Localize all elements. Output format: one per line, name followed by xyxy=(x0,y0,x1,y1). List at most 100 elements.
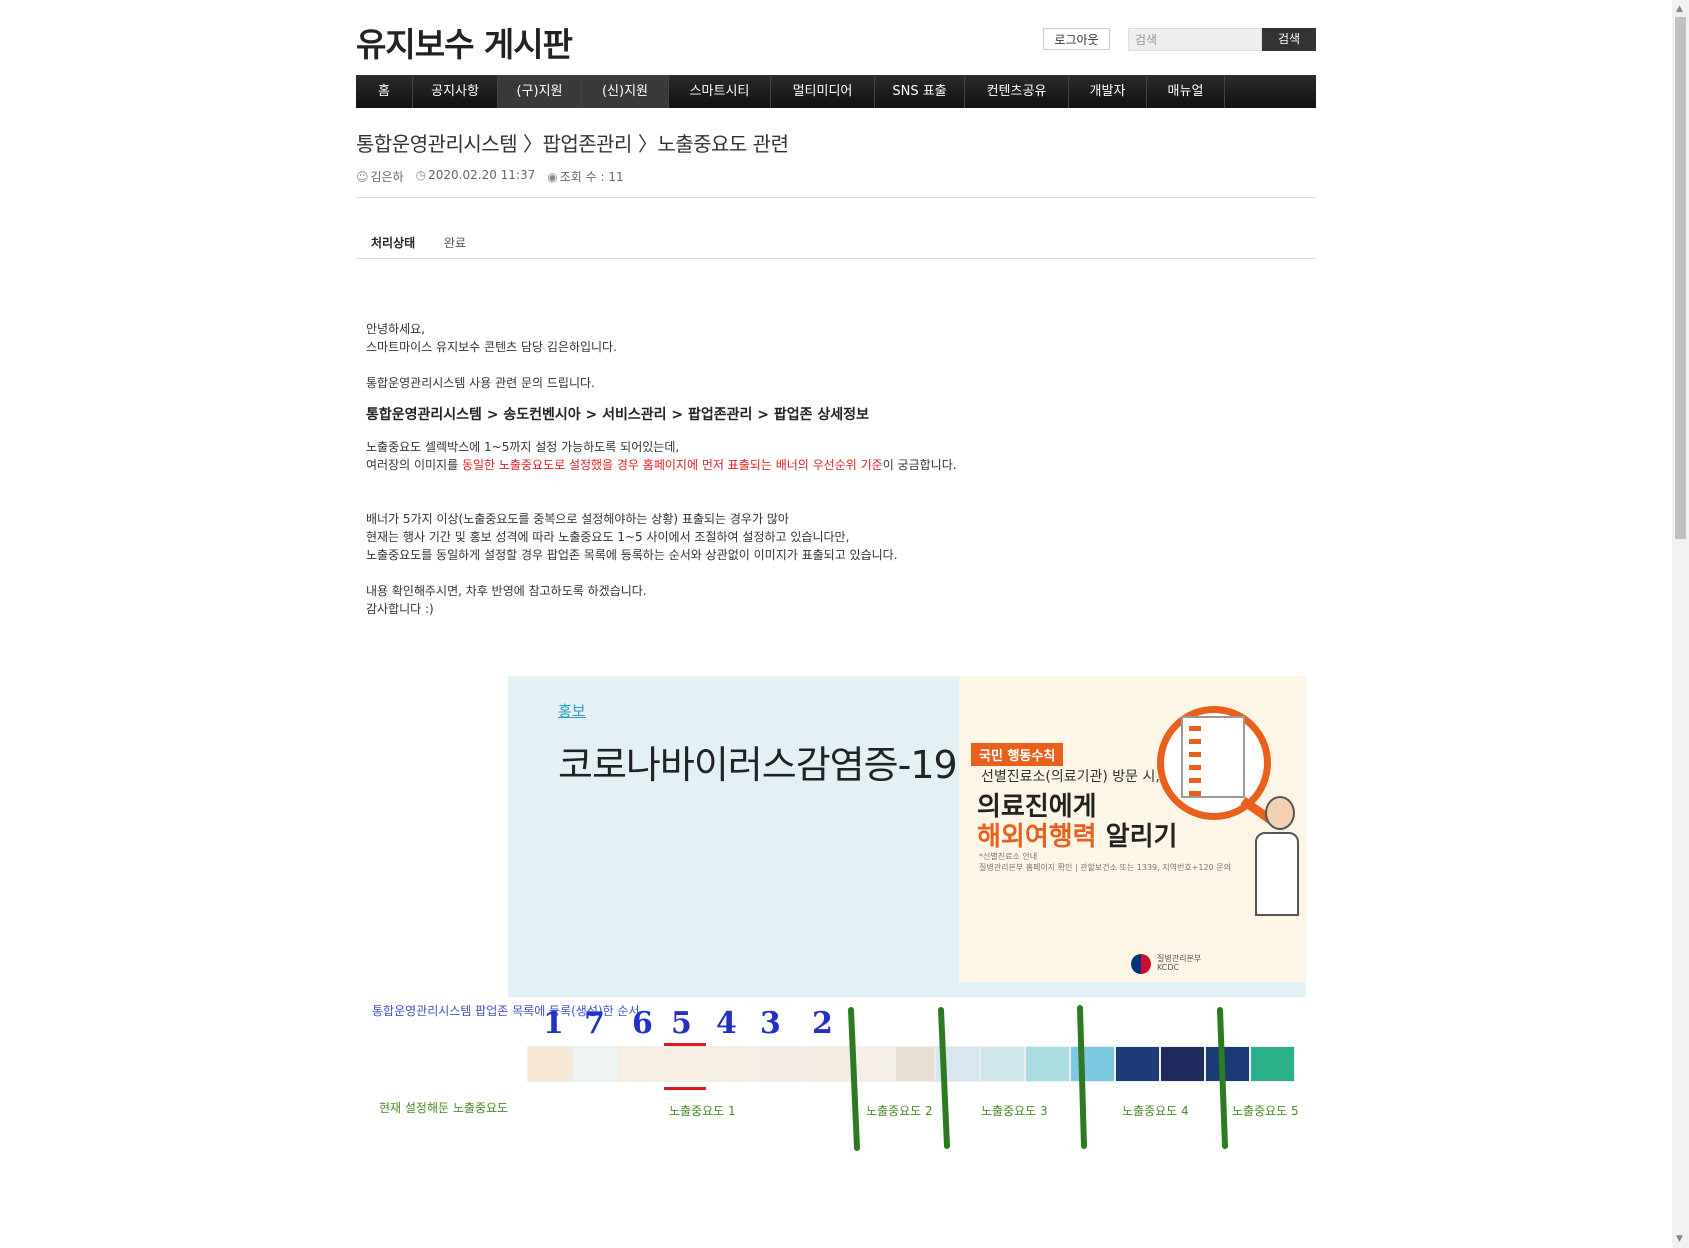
order-number: 4 xyxy=(716,1006,737,1041)
kcdc-logo xyxy=(1131,954,1151,974)
banner-thumbnail xyxy=(1250,1046,1295,1082)
banner-thumbnail xyxy=(1025,1046,1070,1082)
divider-strokes xyxy=(848,1005,1228,1151)
banner-thumbnail xyxy=(711,1046,757,1082)
green-divider xyxy=(1077,1005,1087,1149)
divider xyxy=(356,197,1316,198)
order-number: 7 xyxy=(584,1006,605,1041)
body-line: 현재는 행사 기간 및 홍보 성격에 따라 노출중요도 1~5 사이에서 조절하… xyxy=(366,530,850,544)
banner-thumbnail xyxy=(803,1046,849,1082)
banner-thumbnail xyxy=(757,1046,803,1082)
status-label: 처리상태 xyxy=(371,236,416,250)
current-level-label: 현재 설정해둔 노출중요도 xyxy=(379,1101,509,1115)
poster-org: 질병관리본부 KCDC xyxy=(1157,954,1202,972)
nav-item[interactable]: 공지사항 xyxy=(413,75,498,108)
clock-icon: ◷ xyxy=(415,168,427,182)
nav-item[interactable]: SNS 표출 xyxy=(875,75,965,108)
body-line: 감사합니다 :) xyxy=(366,602,434,616)
promo-tag-link: 홍보 xyxy=(558,702,586,720)
user-icon: ☺ xyxy=(356,170,369,184)
red-underline xyxy=(664,1087,706,1090)
post-meta: ☺ 김은하 ◷ 2020.02.20 11:37 ◉ 조회 수 : 11 xyxy=(356,168,624,185)
banner-thumbnail xyxy=(849,1046,895,1082)
importance-level-label: 노출중요도 4 xyxy=(1122,1104,1189,1118)
green-divider xyxy=(1217,1007,1228,1149)
menu-path: 통합운영관리시스템 > 송도컨벤시아 > 서비스관리 > 팝업존관리 > 팝업존… xyxy=(366,407,869,423)
red-underline xyxy=(664,1043,706,1046)
search-button[interactable]: 검색 xyxy=(1262,28,1316,51)
top-tools: 로그아웃 검색 xyxy=(1043,28,1316,51)
banner-thumbnail xyxy=(1160,1046,1205,1082)
green-divider xyxy=(938,1007,950,1149)
nav-item[interactable]: 멀티미디어 xyxy=(771,75,875,108)
highlighted-question: 동일한 노출중요도로 설정했을 경우 홈페이지에 먼저 표출되는 배너의 우선순… xyxy=(461,458,883,472)
order-number: 6 xyxy=(632,1006,653,1041)
body-line: 노출중요도 셀렉박스에 1~5까지 설정 가능하도록 되어있는데, xyxy=(366,440,680,454)
search-input[interactable] xyxy=(1128,28,1262,51)
banner-thumbnail xyxy=(1115,1046,1160,1082)
scroll-thumb[interactable] xyxy=(1675,17,1686,539)
scroll-up-icon[interactable]: ▲ xyxy=(1676,4,1683,14)
poster-text: 선별진료소(의료기관) 방문 시, xyxy=(981,769,1160,785)
banner-thumbnail xyxy=(665,1046,711,1082)
banner-thumbnail xyxy=(895,1046,935,1082)
banner-thumbnail xyxy=(935,1046,980,1082)
eye-icon: ◉ xyxy=(547,170,558,184)
order-number: 5 xyxy=(671,1006,692,1041)
banner-thumbnail xyxy=(573,1046,619,1082)
scroll-down-icon[interactable]: ▼ xyxy=(1676,1234,1683,1244)
nav-item[interactable]: 컨텐츠공유 xyxy=(965,75,1069,108)
doctor-illustration xyxy=(1255,796,1299,916)
status-value: 완료 xyxy=(444,236,467,250)
vertical-scrollbar[interactable]: ▲ ▼ xyxy=(1672,0,1689,1248)
promo-headline: 코로나바이러스감염증-19 xyxy=(558,743,958,787)
logout-button[interactable]: 로그아웃 xyxy=(1043,28,1110,50)
post-title: 통합운영관리시스템 〉팝업존관리 〉노출중요도 관련 xyxy=(356,132,789,156)
poster-badge: 국민 행동수칙 xyxy=(971,743,1064,766)
clipboard-icon xyxy=(1181,716,1245,798)
order-label: 통합운영관리시스템 팝업존 목록에 등록(생성)한 순서 xyxy=(372,1004,640,1018)
banner-thumbnail xyxy=(527,1046,573,1082)
body-line: 내용 확인해주시면, 차후 반영에 참고하도록 하겠습니다. xyxy=(366,584,647,598)
views-meta: ◉ 조회 수 : 11 xyxy=(547,168,623,185)
site-title[interactable]: 유지보수 게시판 xyxy=(356,18,573,66)
order-number: 2 xyxy=(812,1006,833,1041)
body-line: 스마트마이스 유지보수 콘텐츠 담당 김은하입니다. xyxy=(366,340,617,354)
importance-level-label: 노출중요도 5 xyxy=(1232,1104,1299,1118)
author-name[interactable]: 김은하 xyxy=(371,170,404,184)
author-meta: ☺ 김은하 xyxy=(356,168,404,185)
importance-level-label: 노출중요도 1 xyxy=(669,1104,736,1118)
order-number: 3 xyxy=(760,1006,781,1041)
covid-poster: 국민 행동수칙 선별진료소(의료기관) 방문 시, 의료진에게 해외여행력 알리… xyxy=(959,676,1306,982)
green-divider xyxy=(848,1007,860,1151)
importance-level-label: 노출중요도 3 xyxy=(981,1104,1048,1118)
post-datetime: 2020.02.20 11:37 xyxy=(428,168,536,182)
body-line: 배너가 5가지 이상(노출중요도를 중복으로 설정해야하는 상황) 표출되는 경… xyxy=(366,512,789,526)
nav-item[interactable]: (구)지원 xyxy=(498,75,582,108)
banner-thumbnail xyxy=(1205,1046,1250,1082)
body-line: 안녕하세요, xyxy=(366,322,426,336)
nav-item[interactable]: 매뉴얼 xyxy=(1147,75,1225,108)
nav-item[interactable]: 스마트시티 xyxy=(669,75,771,108)
banner-thumbnail xyxy=(980,1046,1025,1082)
post-body: 안녕하세요, 스마트마이스 유지보수 콘텐츠 담당 김은하입니다. 통합운영관리… xyxy=(366,320,1306,618)
nav-item[interactable]: 홈 xyxy=(356,75,413,108)
body-line: 여러장의 이미지를 동일한 노출중요도로 설정했을 경우 홈페이지에 먼저 표출… xyxy=(366,458,957,472)
poster-text: 해외여행력 알리기 xyxy=(977,822,1178,852)
annotation-layer: 통합운영관리시스템 팝업존 목록에 등록(생성)한 순서 1765432 현재 … xyxy=(0,0,1689,1248)
thumbnail-strip xyxy=(527,1046,1295,1082)
view-count: 조회 수 : 11 xyxy=(559,170,624,184)
date-meta: ◷ 2020.02.20 11:37 xyxy=(416,168,536,185)
status-row: 처리상태 완료 xyxy=(356,230,1316,259)
banner-thumbnail xyxy=(619,1046,665,1082)
importance-level-label: 노출중요도 2 xyxy=(866,1104,933,1118)
nav-item[interactable]: 개발자 xyxy=(1069,75,1147,108)
order-number: 1 xyxy=(543,1006,564,1041)
body-line: 통합운영관리시스템 사용 관련 문의 드립니다. xyxy=(366,376,595,390)
body-line: 노출중요도를 동일하게 설정할 경우 팝업존 목록에 등록하는 순서와 상관없이… xyxy=(366,548,898,562)
poster-footnote: *선별진료소 안내 질병관리본부 홈페이지 확인 | 관할보건소 또는 1339,… xyxy=(979,852,1231,872)
attached-screenshot: 홍보 코로나바이러스감염증-19 국민 행동수칙 선별진료소(의료기관) 방문 … xyxy=(508,676,1306,997)
main-nav: 홈 공지사항 (구)지원 (신)지원 스마트시티 멀티미디어 SNS 표출 컨텐츠공유 개발자 매… xyxy=(356,75,1316,108)
banner-thumbnail xyxy=(1070,1046,1115,1082)
nav-item[interactable]: (신)지원 xyxy=(582,75,669,108)
